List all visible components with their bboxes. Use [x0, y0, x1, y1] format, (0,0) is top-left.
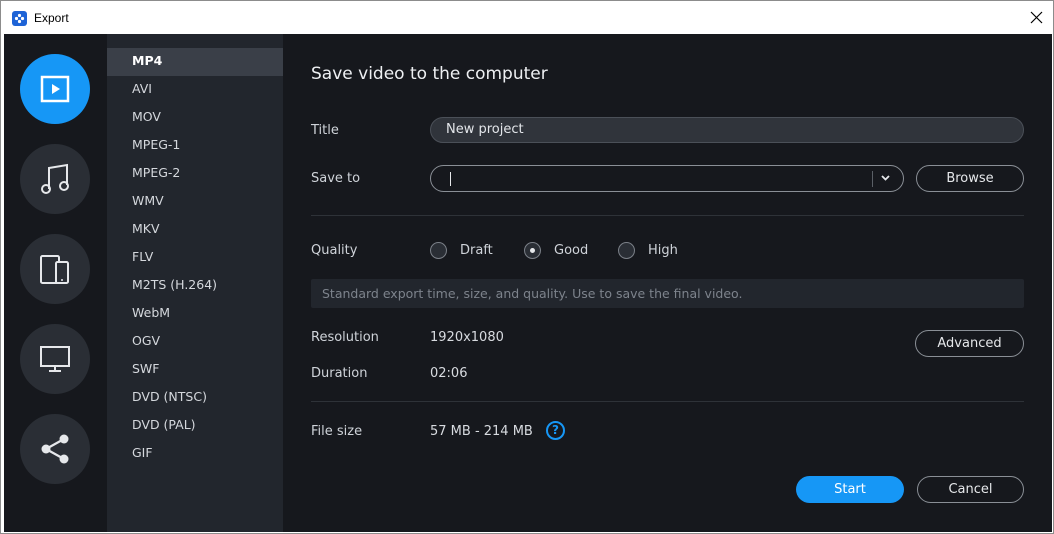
save-to-label: Save to: [311, 171, 361, 186]
resolution-label: Resolution: [311, 330, 379, 345]
category-audio-button[interactable]: [20, 144, 90, 214]
file-size-value: 57 MB - 214 MB: [430, 424, 533, 439]
mobile-devices-icon: [40, 255, 69, 284]
browse-button[interactable]: Browse: [916, 165, 1024, 192]
format-item-mpeg2[interactable]: MPEG-2: [107, 160, 283, 188]
combobox-divider: [872, 171, 873, 187]
quality-label: Quality: [311, 243, 358, 258]
duration-label: Duration: [311, 366, 368, 381]
divider: [311, 215, 1024, 216]
format-item-webm[interactable]: WebM: [107, 300, 283, 328]
quality-high-label[interactable]: High: [648, 243, 678, 258]
format-item-mpeg1[interactable]: MPEG-1: [107, 132, 283, 160]
format-item-swf[interactable]: SWF: [107, 356, 283, 384]
music-note-icon: [41, 163, 69, 194]
format-item-mov[interactable]: MOV: [107, 104, 283, 132]
title-input[interactable]: New project: [430, 117, 1024, 143]
format-item-avi[interactable]: AVI: [107, 76, 283, 104]
category-tv-button[interactable]: [20, 324, 90, 394]
advanced-button[interactable]: Advanced: [915, 330, 1024, 357]
format-item-dvd-ntsc[interactable]: DVD (NTSC): [107, 384, 283, 412]
video-play-icon: [40, 75, 70, 103]
text-cursor: [450, 172, 451, 186]
page-title: Save video to the computer: [311, 64, 548, 84]
format-list: MP4 AVI MOV MPEG-1 MPEG-2 WMV MKV FLV M2…: [107, 34, 283, 532]
format-item-flv[interactable]: FLV: [107, 244, 283, 272]
start-button[interactable]: Start: [796, 476, 904, 503]
title-label: Title: [311, 123, 339, 138]
quality-draft-label[interactable]: Draft: [460, 243, 493, 258]
category-share-button[interactable]: [20, 414, 90, 484]
category-video-button[interactable]: [20, 54, 90, 124]
format-item-mkv[interactable]: MKV: [107, 216, 283, 244]
export-content: MP4 AVI MOV MPEG-1 MPEG-2 WMV MKV FLV M2…: [4, 34, 1052, 532]
monitor-icon: [40, 346, 70, 372]
format-item-dvd-pal[interactable]: DVD (PAL): [107, 412, 283, 440]
quality-good-label[interactable]: Good: [554, 243, 588, 258]
share-icon: [41, 434, 69, 464]
app-logo-icon: [12, 11, 27, 26]
quality-high-radio[interactable]: [618, 242, 635, 259]
file-size-label: File size: [311, 424, 363, 439]
format-item-mp4[interactable]: MP4: [107, 48, 283, 76]
chevron-down-icon[interactable]: [880, 174, 891, 182]
format-item-ogv[interactable]: OGV: [107, 328, 283, 356]
quality-draft-radio[interactable]: [430, 242, 447, 259]
help-icon[interactable]: ?: [546, 421, 565, 440]
window-title: Export: [34, 11, 69, 25]
cancel-button[interactable]: Cancel: [917, 476, 1024, 503]
format-item-gif[interactable]: GIF: [107, 440, 283, 468]
title-bar: Export: [1, 1, 1053, 34]
export-window: Export MP4 AVI MOV MPEG-1 MPEG-2 WMV MKV…: [0, 0, 1054, 534]
quality-hint: Standard export time, size, and quality.…: [311, 279, 1024, 308]
resolution-value: 1920x1080: [430, 330, 504, 345]
close-icon: [1030, 11, 1043, 24]
category-rail: [4, 34, 107, 532]
export-settings-panel: Save video to the computer Title New pro…: [283, 34, 1052, 532]
format-item-wmv[interactable]: WMV: [107, 188, 283, 216]
quality-good-radio[interactable]: [524, 242, 541, 259]
category-devices-button[interactable]: [20, 234, 90, 304]
format-item-m2ts[interactable]: M2TS (H.264): [107, 272, 283, 300]
divider: [311, 401, 1024, 402]
duration-value: 02:06: [430, 366, 468, 381]
save-to-combobox[interactable]: [430, 165, 904, 192]
close-button[interactable]: [1023, 7, 1051, 29]
